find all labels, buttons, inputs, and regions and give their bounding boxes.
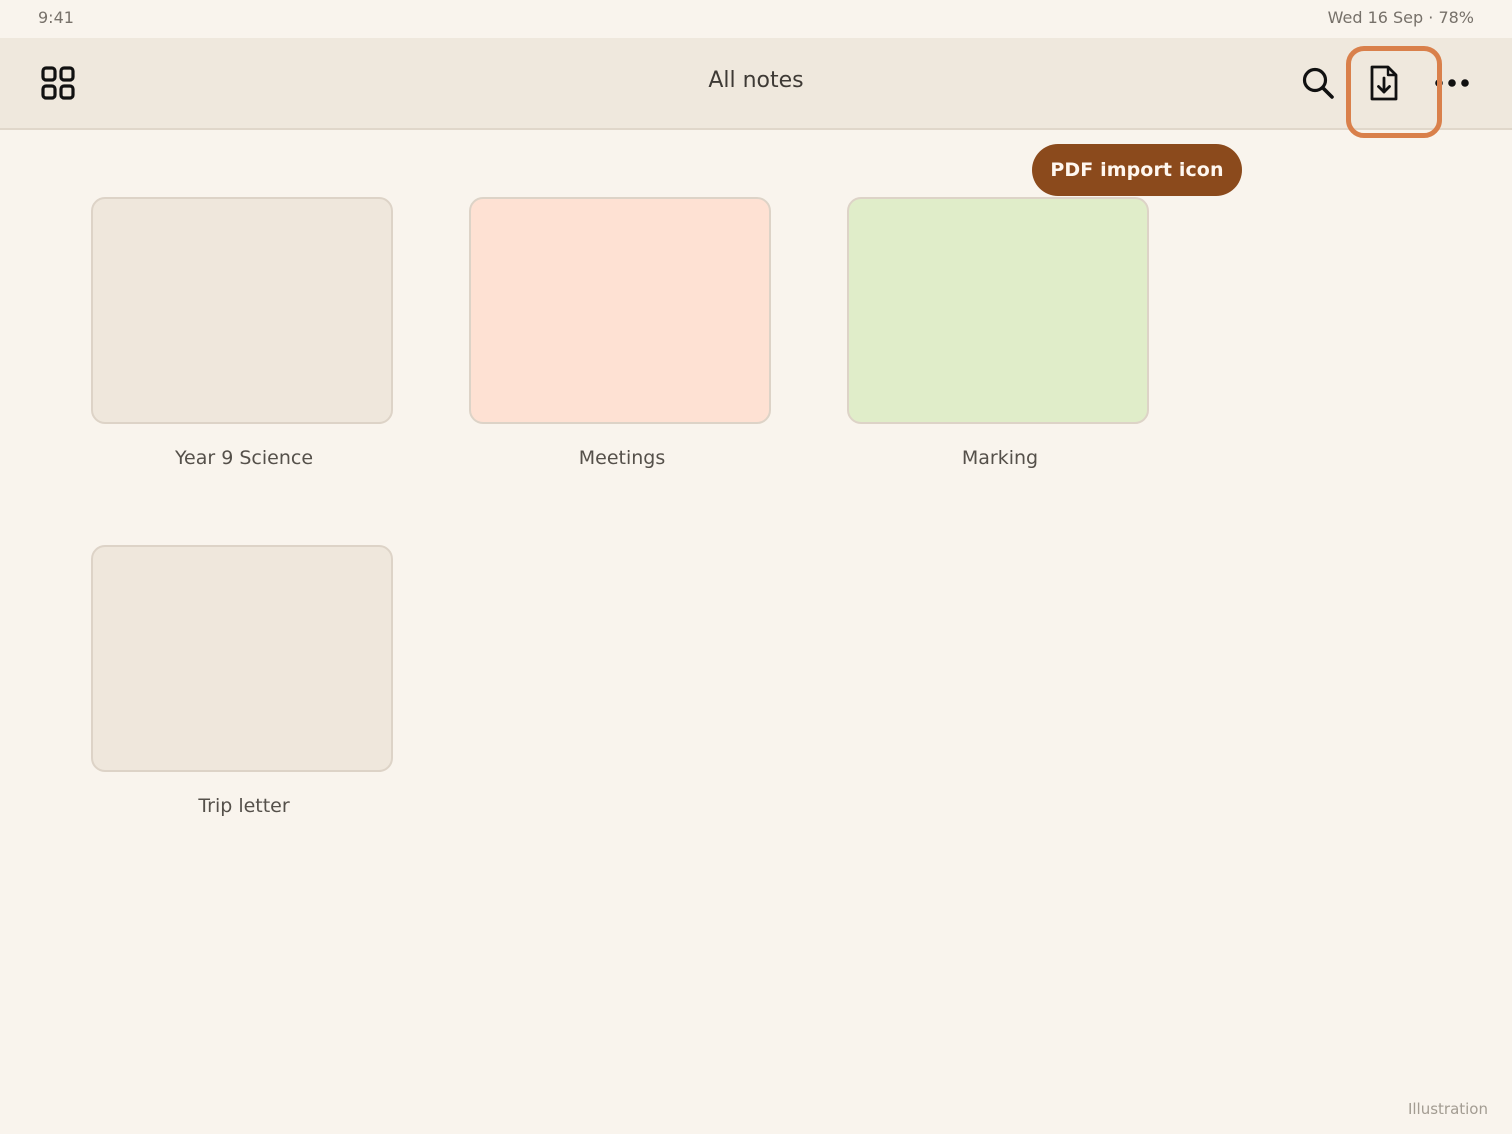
page-title: All notes <box>708 68 804 93</box>
note-title: Trip letter <box>198 795 290 817</box>
status-time: 9:41 <box>38 8 74 27</box>
tooltip-callout: PDF import icon <box>1032 144 1242 196</box>
status-bar: 9:41 Wed 16 Sep · 78% <box>0 0 1512 38</box>
note-title: Marking <box>961 447 1039 469</box>
note-card-meetings[interactable] <box>469 197 771 424</box>
note-card-year-9-science[interactable] <box>91 197 393 424</box>
pdf-import-icon <box>1370 65 1398 101</box>
pdf-import-button[interactable] <box>1360 59 1408 107</box>
status-date-battery: Wed 16 Sep · 78% <box>1327 8 1474 27</box>
search-icon <box>1302 67 1334 99</box>
more-options-icon <box>1435 79 1469 87</box>
note-card-marking[interactable] <box>847 197 1149 424</box>
tooltip-label: PDF import icon <box>1050 159 1224 181</box>
top-toolbar: All notes <box>0 38 1512 130</box>
note-title: Year 9 Science <box>174 447 314 469</box>
note-title: Meetings <box>578 447 666 469</box>
note-card-trip-letter[interactable] <box>91 545 393 772</box>
search-button[interactable] <box>1294 59 1342 107</box>
more-options-button[interactable] <box>1428 59 1476 107</box>
footer-caption: Illustration <box>1407 1100 1488 1118</box>
